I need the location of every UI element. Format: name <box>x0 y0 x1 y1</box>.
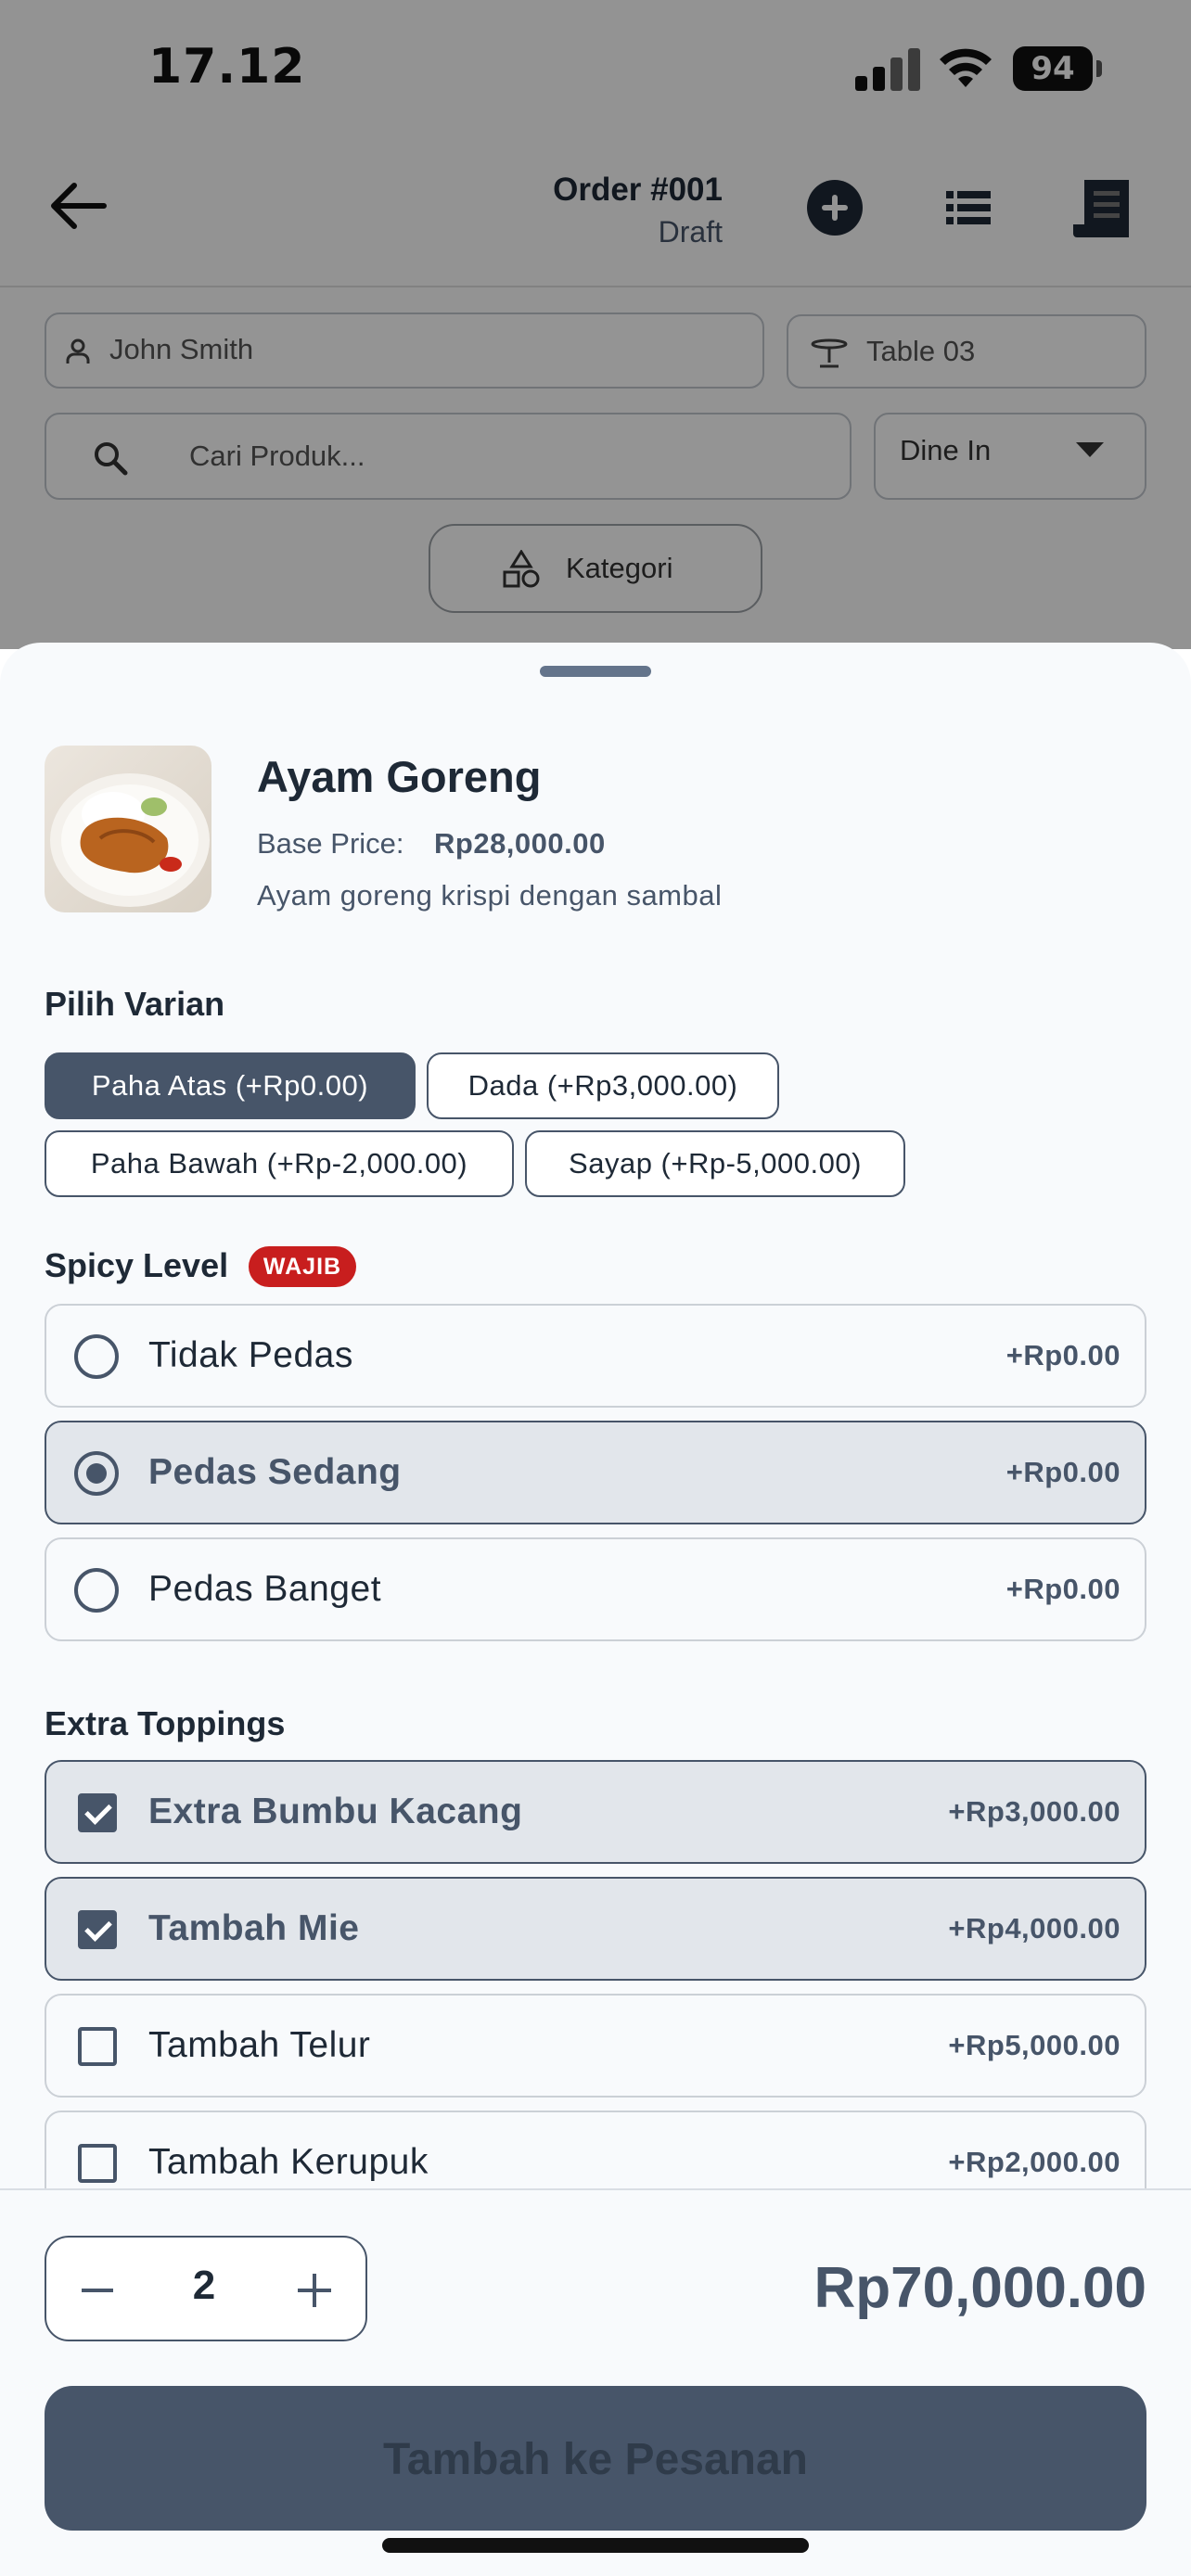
variant-chip[interactable]: Paha Bawah (+Rp-2,000.00) <box>45 1130 514 1197</box>
checkbox[interactable] <box>78 2144 117 2183</box>
product-name: Ayam Goreng <box>257 752 542 801</box>
spicy-option[interactable]: Tidak Pedas +Rp0.00 <box>45 1304 1146 1408</box>
minus-icon[interactable] <box>74 2277 121 2305</box>
checkbox[interactable] <box>78 1910 117 1949</box>
required-badge: WAJIB <box>249 1246 356 1287</box>
option-label: Pedas Sedang <box>148 1452 402 1492</box>
spicy-option[interactable]: Pedas Banget +Rp0.00 <box>45 1537 1146 1641</box>
option-price: +Rp0.00 <box>1005 1573 1121 1605</box>
checkbox[interactable] <box>78 2027 117 2066</box>
option-label: Extra Bumbu Kacang <box>148 1792 523 1831</box>
topping-option[interactable]: Tambah Mie +Rp4,000.00 <box>45 1877 1146 1981</box>
add-to-order-button[interactable]: Tambah ke Pesanan <box>45 2386 1146 2531</box>
radio-button[interactable] <box>74 1568 119 1613</box>
product-description: Ayam goreng krispi dengan sambal <box>257 879 723 912</box>
topping-option[interactable]: Extra Bumbu Kacang +Rp3,000.00 <box>45 1760 1146 1864</box>
home-indicator[interactable] <box>382 2538 809 2553</box>
total-price: Rp70,000.00 <box>813 2256 1146 2320</box>
add-to-order-label: Tambah ke Pesanan <box>383 2435 808 2484</box>
option-price: +Rp4,000.00 <box>948 1912 1121 1945</box>
base-price-label: Base Price: <box>257 827 404 860</box>
variant-chip[interactable]: Sayap (+Rp-5,000.00) <box>525 1130 905 1197</box>
product-image <box>45 746 211 912</box>
checkbox[interactable] <box>78 1793 117 1832</box>
variant-chip[interactable]: Dada (+Rp3,000.00) <box>427 1052 779 1119</box>
variants-title: Pilih Varian <box>45 985 225 1023</box>
spicy-option[interactable]: Pedas Sedang +Rp0.00 <box>45 1421 1146 1524</box>
radio-button[interactable] <box>74 1334 119 1379</box>
quantity-value: 2 <box>192 2263 216 2308</box>
variant-chip[interactable]: Paha Atas (+Rp0.00) <box>45 1052 416 1119</box>
sheet-handle[interactable] <box>540 666 651 677</box>
option-label: Tambah Telur <box>148 2025 371 2065</box>
plus-icon[interactable] <box>292 2268 337 2313</box>
spicy-level-title: Spicy Level <box>45 1246 229 1284</box>
option-price: +Rp0.00 <box>1005 1456 1121 1488</box>
option-label: Tambah Mie <box>148 1908 360 1948</box>
topping-option[interactable]: Tambah Telur +Rp5,000.00 <box>45 1994 1146 2098</box>
option-label: Pedas Banget <box>148 1569 382 1609</box>
option-price: +Rp3,000.00 <box>948 1795 1121 1828</box>
radio-button[interactable] <box>74 1451 119 1496</box>
modal-overlay[interactable] <box>0 0 1191 649</box>
option-price: +Rp0.00 <box>1005 1339 1121 1371</box>
base-price-value: Rp28,000.00 <box>434 827 606 860</box>
option-price: +Rp5,000.00 <box>948 2029 1121 2061</box>
toppings-title: Extra Toppings <box>45 1704 286 1742</box>
option-label: Tidak Pedas <box>148 1335 353 1375</box>
